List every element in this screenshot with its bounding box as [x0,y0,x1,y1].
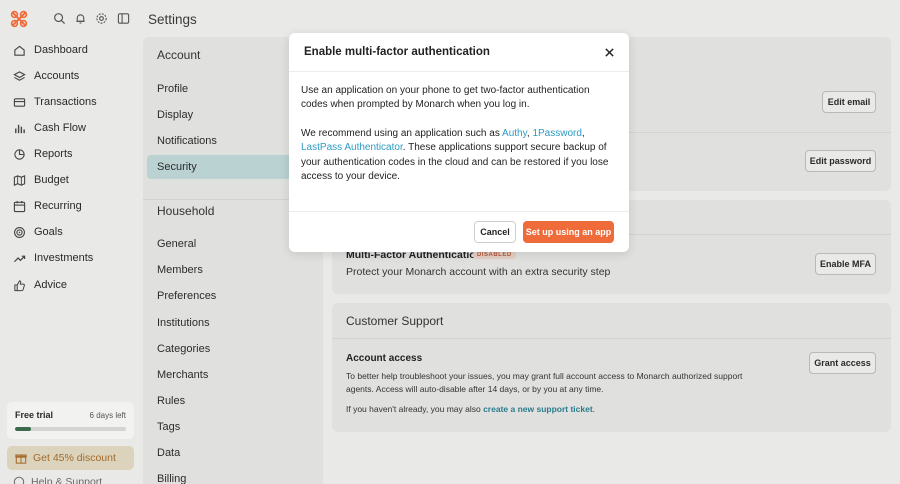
setup-app-button[interactable]: Set up using an app [523,221,614,243]
settings-item-tags[interactable]: Tags [147,415,319,439]
account-heading: Account [157,48,201,62]
settings-item-data[interactable]: Data [147,441,319,465]
trial-title: Free trial [15,410,54,420]
pie-chart-icon [14,148,25,160]
modal-title: Enable multi-factor authentication [304,46,490,58]
gear-icon[interactable] [95,12,108,25]
bar-chart-icon [15,124,25,133]
home-icon [14,45,25,56]
sidebar-item-label: Advice [34,279,68,291]
enable-mfa-button[interactable]: Enable MFA [815,253,876,275]
calendar-icon [13,200,26,212]
credit-card-icon [13,97,26,107]
create-support-ticket-link[interactable]: create a new support ticket [483,404,593,414]
1password-link[interactable]: 1Password [532,128,581,139]
free-trial-card[interactable]: Free trial 6 days left [7,402,134,439]
layers-icon [13,70,26,81]
sidebar-item-transactions[interactable]: Transactions [8,89,133,115]
sidebar-item-label: Reports [34,148,73,160]
lastpass-link[interactable]: LastPass Authenticator [301,142,403,153]
discount-label: Get 45% discount [33,452,116,464]
sidebar-item-budget[interactable]: Budget [8,167,133,193]
trending-up-icon [13,255,26,262]
divider [289,71,629,72]
cancel-button[interactable]: Cancel [474,221,516,243]
sidebar-item-goals[interactable]: Goals [8,219,133,245]
sidebar-item-label: Accounts [34,70,80,82]
mfa-modal: Enable multi-factor authentication Use a… [289,33,629,252]
help-support-link[interactable]: Help & Support [13,476,102,484]
gift-icon [15,454,27,464]
modal-paragraph-1: Use an application on your phone to get … [301,85,590,111]
sidebar-toggle-icon[interactable] [117,12,130,25]
separator: , [581,128,585,139]
sidebar-item-label: Goals [34,226,63,238]
divider [289,211,629,212]
grant-access-button[interactable]: Grant access [809,352,876,374]
sidebar-item-label: Dashboard [34,44,88,56]
sidebar-item-label: Recurring [34,200,82,212]
edit-email-button[interactable]: Edit email [822,91,876,113]
mfa-description: Protect your Monarch account with an ext… [346,266,611,278]
account-access-description: To better help troubleshoot your issues,… [346,371,743,394]
sidebar-item-label: Budget [34,174,69,186]
status-badge: DISABLED [473,251,516,259]
bell-icon[interactable] [74,12,87,25]
target-icon [14,226,25,238]
modal-paragraph-2: We recommend using an application such a… [301,127,611,184]
note-text: If you haven't already, you may also [346,404,484,414]
para-text: We recommend using an application such a… [301,128,503,139]
customer-support-card: Customer Support Account access To bette… [332,303,891,432]
note-suffix: . [592,404,596,414]
settings-item-members[interactable]: Members [147,258,319,282]
authy-link[interactable]: Authy [502,128,527,139]
sidebar-item-advice[interactable]: Advice [8,272,133,298]
divider [332,338,891,339]
trial-progress-bar [15,427,126,431]
sidebar-item-cash-flow[interactable]: Cash Flow [8,115,133,141]
sidebar-item-accounts[interactable]: Accounts [8,63,133,89]
sidebar: Dashboard Accounts Transactions Cash Flo… [0,0,140,484]
sidebar-item-label: Transactions [34,96,97,108]
support-ticket-note: If you haven't already, you may also cre… [346,404,595,414]
settings-item-categories[interactable]: Categories [147,337,319,361]
search-icon[interactable] [53,12,66,25]
help-icon [13,476,25,484]
edit-password-button[interactable]: Edit password [805,150,876,172]
customer-support-title: Customer Support [346,314,444,328]
settings-item-rules[interactable]: Rules [147,389,319,413]
map-icon [13,174,26,186]
page-title: Settings [148,12,197,27]
account-access-title: Account access [346,353,423,364]
thumbs-up-icon [14,279,25,291]
settings-item-merchants[interactable]: Merchants [147,363,319,387]
settings-item-billing[interactable]: Billing [147,467,319,484]
settings-item-preferences[interactable]: Preferences [147,284,319,308]
sidebar-item-dashboard[interactable]: Dashboard [8,37,133,63]
discount-button[interactable]: Get 45% discount [7,446,134,470]
close-icon[interactable] [604,47,615,58]
sidebar-item-reports[interactable]: Reports [8,141,133,167]
help-label: Help & Support [31,476,103,484]
monarch-logo-icon[interactable] [10,10,28,28]
sidebar-item-recurring[interactable]: Recurring [8,193,133,219]
sidebar-item-label: Investments [34,252,94,264]
sidebar-item-label: Cash Flow [34,122,86,134]
settings-item-institutions[interactable]: Institutions [147,311,319,335]
trial-days-left: 6 days left [89,411,126,420]
sidebar-item-investments[interactable]: Investments [8,245,133,271]
trial-progress-fill [15,427,31,431]
household-heading: Household [157,204,215,218]
